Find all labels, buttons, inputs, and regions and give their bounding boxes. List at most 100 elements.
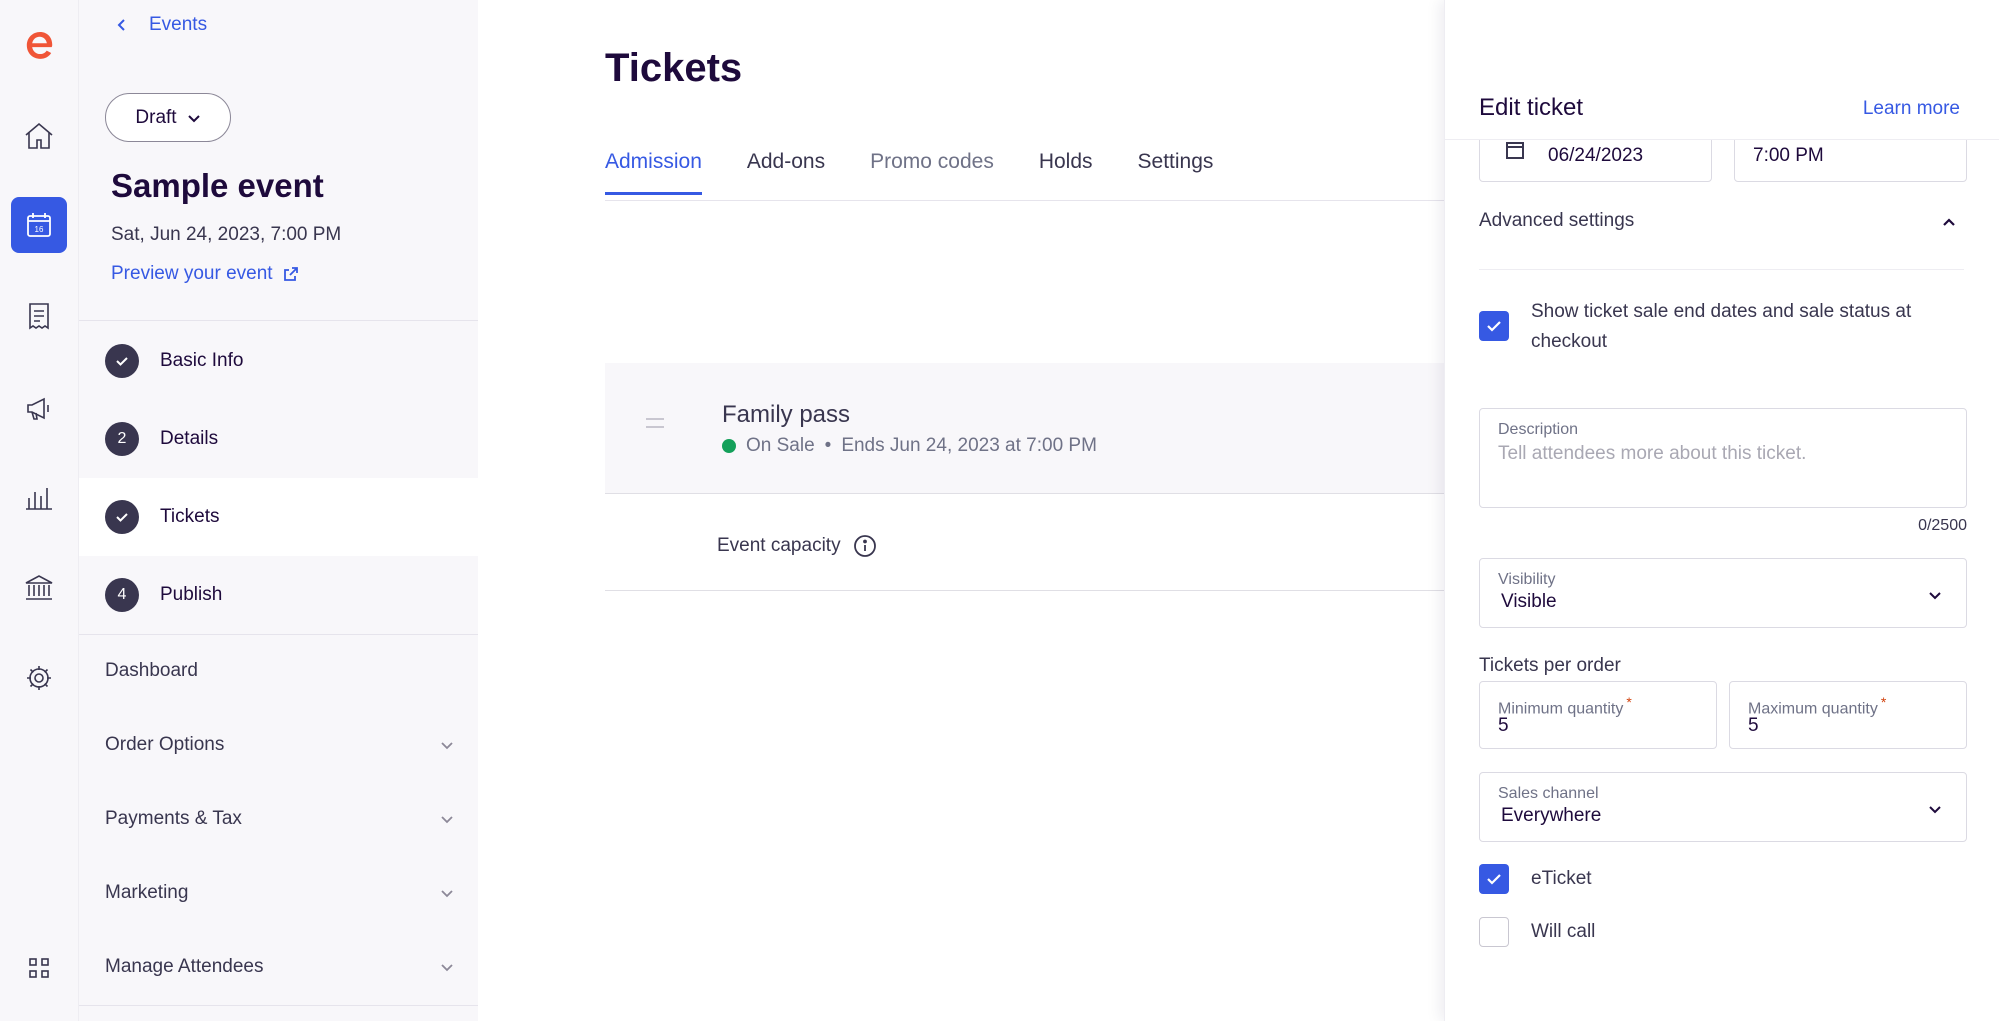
description-field[interactable]: Description Tell attendees more about th… [1479, 408, 1967, 508]
megaphone-icon[interactable] [11, 380, 67, 436]
description-placeholder: Tell attendees more about this ticket. [1498, 443, 1807, 464]
sidebar-item-dashboard[interactable]: Dashboard [105, 660, 455, 682]
description-char-counter: 0/2500 [1918, 517, 1967, 534]
chevron-down-icon [441, 742, 453, 750]
step-details[interactable]: 2 Details [79, 400, 478, 478]
visibility-label: Visibility [1498, 571, 1556, 588]
sales-channel-value: Everywhere [1501, 805, 1602, 826]
chevron-up-icon [1943, 218, 1955, 226]
advanced-settings-toggle[interactable]: Advanced settings [1479, 210, 1964, 270]
sidebar-item-label: Dashboard [105, 660, 198, 681]
calendar-icon[interactable]: 16 [11, 197, 67, 253]
back-to-events-link[interactable]: Events [115, 14, 207, 36]
orders-icon[interactable] [11, 288, 67, 344]
sales-channel-select[interactable]: Sales channel Everywhere [1479, 772, 1967, 842]
analytics-icon[interactable] [11, 470, 67, 526]
tickets-per-order-label: Tickets per order [1479, 655, 1621, 676]
maximum-quantity-value: 5 [1748, 715, 1759, 736]
sales-end-time-value: 7:00 PM [1753, 145, 1824, 166]
event-status-dropdown[interactable]: Draft [105, 93, 231, 142]
event-capacity-label: Event capacity [717, 535, 841, 556]
sidebar-item-order-options[interactable]: Order Options [105, 734, 455, 756]
sales-end-date-value: 06/24/2023 [1548, 145, 1644, 166]
show-end-dates-label: Show ticket sale end dates and sale stat… [1531, 301, 1912, 352]
sidebar-item-label: Payments & Tax [105, 808, 242, 829]
settings-gear-icon[interactable] [11, 650, 67, 706]
sidebar-item-label: Order Options [105, 734, 225, 755]
event-status-label: Draft [135, 106, 177, 128]
step-complete-check-icon [105, 344, 139, 378]
bank-icon[interactable] [11, 560, 67, 616]
event-capacity-label-group: Event capacity [717, 534, 877, 558]
calendar-icon [1506, 142, 1524, 159]
sidebar-divider [79, 1005, 478, 1006]
tab-settings[interactable]: Settings [1138, 150, 1214, 195]
sidebar-item-payments-tax[interactable]: Payments & Tax [105, 808, 455, 830]
minimum-quantity-label-text: Minimum quantity [1498, 700, 1624, 718]
will-call-label: Will call [1531, 921, 1596, 942]
sidebar-divider [79, 320, 478, 321]
visibility-value: Visible [1501, 591, 1557, 612]
event-title: Sample event [111, 167, 324, 204]
info-icon[interactable] [853, 534, 877, 558]
home-icon[interactable] [11, 108, 67, 164]
ticket-status: On Sale • Ends Jun 24, 2023 at 7:00 PM [722, 435, 1097, 457]
tickets-main: Tickets Admission Add-ons Promo codes Ho… [478, 0, 1444, 1021]
sidebar-item-marketing[interactable]: Marketing [105, 882, 455, 904]
chevron-down-icon [441, 964, 453, 972]
step-tickets[interactable]: Tickets [79, 478, 478, 556]
step-label: Basic Info [160, 350, 244, 371]
tab-add-ons[interactable]: Add-ons [747, 150, 825, 195]
visibility-select[interactable]: Visibility Visible [1479, 558, 1967, 628]
maximum-quantity-label: Maximum quantity * [1748, 694, 1886, 718]
preview-link-label: Preview your event [111, 263, 273, 284]
tab-promo-codes[interactable]: Promo codes [870, 150, 994, 195]
chevron-down-icon [187, 114, 200, 122]
sidebar-item-manage-attendees[interactable]: Manage Attendees [105, 956, 455, 978]
step-number: 2 [105, 422, 139, 456]
will-call-checkbox[interactable] [1479, 917, 1509, 947]
app-grid-icon[interactable] [11, 940, 67, 996]
step-label: Tickets [160, 506, 220, 527]
advanced-settings-label: Advanced settings [1479, 210, 1635, 231]
eticket-checkbox[interactable] [1479, 864, 1509, 894]
chevron-down-icon [1929, 806, 1941, 814]
chevron-down-icon [441, 816, 453, 824]
description-label: Description [1498, 421, 1579, 438]
back-link-label: Events [149, 14, 208, 35]
panel-title: Edit ticket [1479, 94, 1584, 121]
sales-channel-label: Sales channel [1498, 785, 1599, 802]
page-title: Tickets [605, 46, 743, 90]
learn-more-link[interactable]: Learn more [1863, 98, 1960, 120]
ticket-name: Family pass [722, 401, 851, 428]
step-complete-check-icon [105, 500, 139, 534]
preview-event-link[interactable]: Preview your event [111, 263, 299, 285]
on-sale-status-dot [722, 439, 736, 453]
tab-admission[interactable]: Admission [605, 150, 702, 195]
calendar-day-number: 16 [35, 225, 44, 234]
external-link-icon [283, 267, 298, 281]
chevron-left-icon [117, 19, 125, 31]
sidebar-divider [79, 634, 478, 635]
minimum-quantity-value: 5 [1498, 715, 1509, 736]
ticket-row[interactable]: Family pass On Sale • Ends Jun 24, 2023 … [605, 363, 1444, 494]
status-separator-bullet: • [824, 435, 832, 456]
tabs-divider [605, 200, 1444, 201]
panel-header: Edit ticket Learn more [1445, 0, 1999, 140]
event-sidebar: Events Draft Sample event Sat, Jun 24, 2… [79, 0, 478, 1021]
app-rail: 16 [0, 0, 79, 1021]
checkmark-icon [1487, 321, 1501, 332]
eventbrite-logo[interactable] [18, 24, 60, 66]
tab-holds[interactable]: Holds [1039, 150, 1093, 195]
minimum-quantity-field[interactable]: Minimum quantity * 5 [1479, 681, 1717, 749]
step-publish[interactable]: 4 Publish [79, 556, 478, 634]
step-basic-info[interactable]: Basic Info [79, 322, 478, 400]
maximum-quantity-label-text: Maximum quantity [1748, 700, 1878, 718]
show-end-dates-checkbox[interactable] [1479, 311, 1509, 341]
sidebar-item-label: Manage Attendees [105, 956, 264, 977]
step-label: Publish [160, 584, 223, 605]
drag-handle-icon[interactable] [646, 418, 664, 434]
ticket-end-date: Ends Jun 24, 2023 at 7:00 PM [841, 435, 1097, 456]
ticket-status-label: On Sale [746, 435, 815, 456]
maximum-quantity-field[interactable]: Maximum quantity * 5 [1729, 681, 1967, 749]
